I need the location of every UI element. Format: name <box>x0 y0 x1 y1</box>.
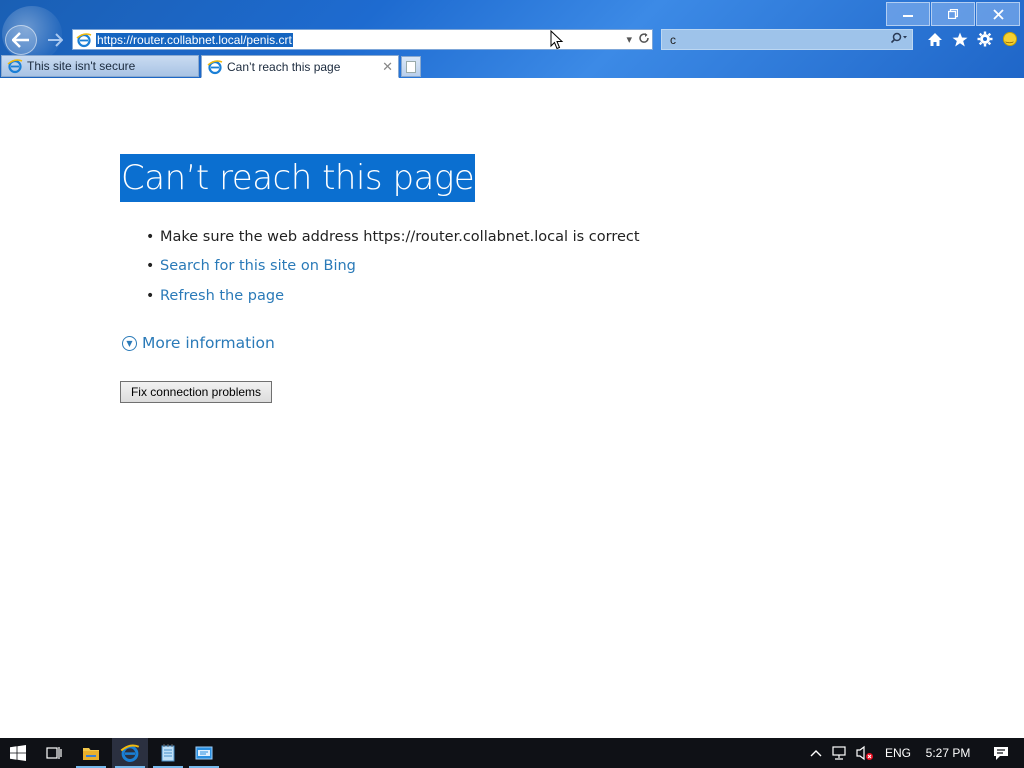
start-icon <box>10 745 26 761</box>
list-item: • Make sure the web address https://rout… <box>146 222 640 252</box>
ie-page-icon <box>76 32 92 47</box>
back-arrow-icon <box>12 32 29 48</box>
back-button[interactable] <box>5 25 37 55</box>
ie-page-icon <box>7 59 23 74</box>
new-tab-button[interactable] <box>401 56 421 77</box>
mouse-cursor-icon <box>550 30 564 50</box>
app-window-button[interactable] <box>186 738 222 768</box>
network-icon[interactable] <box>828 738 852 768</box>
forward-arrow-icon <box>48 33 63 47</box>
start-button[interactable] <box>0 738 36 768</box>
system-tray: ENG 5:27 PM <box>804 738 1024 768</box>
more-information-label: More information <box>142 334 275 352</box>
favorites-star-icon[interactable] <box>950 29 969 49</box>
volume-muted-icon[interactable] <box>852 738 878 768</box>
page-content: Can’t reach this page • Make sure the we… <box>0 78 1024 738</box>
check-address-text: Make sure the web address https://router… <box>160 228 640 245</box>
search-bing-link[interactable]: Search for this site on Bing <box>160 258 356 274</box>
notepad-icon <box>161 744 175 762</box>
tab-cant-reach[interactable]: Can’t reach this page ✕ <box>201 55 399 78</box>
app-window-icon <box>195 746 213 760</box>
action-center-icon[interactable] <box>978 738 1024 768</box>
address-url-text[interactable]: https://router.collabnet.local/penis.crt <box>96 32 293 47</box>
error-title: Can’t reach this page <box>120 154 476 202</box>
refresh-icon[interactable] <box>638 32 650 47</box>
suggestion-list: • Make sure the web address https://rout… <box>146 222 640 311</box>
task-view-button[interactable] <box>36 738 72 768</box>
tab-close-icon[interactable]: ✕ <box>382 59 393 75</box>
internet-explorer-icon <box>120 744 140 762</box>
fix-connection-button[interactable]: Fix connection problems <box>120 381 272 403</box>
browser-chrome: https://router.collabnet.local/penis.crt… <box>0 0 1024 78</box>
search-icon[interactable] <box>890 32 908 48</box>
command-icons: ‿ <box>925 29 1019 49</box>
bullet: • <box>146 228 155 245</box>
list-item: • Search for this site on Bing <box>146 252 640 282</box>
notepad-button[interactable] <box>150 738 186 768</box>
internet-explorer-taskbar-button[interactable] <box>112 738 148 768</box>
taskbar: ENG 5:27 PM <box>0 738 1024 768</box>
file-explorer-icon <box>83 747 99 760</box>
window-controls <box>886 2 1020 26</box>
feedback-smiley-icon[interactable]: ‿ <box>1000 29 1019 49</box>
home-icon[interactable] <box>925 29 944 49</box>
address-dropdown-icon[interactable]: ▾ <box>626 33 632 46</box>
file-explorer-button[interactable] <box>73 738 109 768</box>
new-tab-icon <box>406 60 416 73</box>
restore-button[interactable] <box>931 2 975 26</box>
search-box[interactable]: c <box>661 29 913 50</box>
tab-label: Can’t reach this page <box>227 59 341 74</box>
address-bar[interactable]: https://router.collabnet.local/penis.crt… <box>72 29 653 50</box>
input-language[interactable]: ENG <box>878 738 918 768</box>
refresh-page-link[interactable]: Refresh the page <box>160 288 284 304</box>
clock[interactable]: 5:27 PM <box>918 738 978 768</box>
bullet: • <box>146 287 155 304</box>
tab-label: This site isn't secure <box>27 59 136 73</box>
list-item: • Refresh the page <box>146 281 640 311</box>
more-information-toggle[interactable]: ▼ More information <box>122 334 275 352</box>
restore-icon <box>948 9 958 19</box>
close-window-button[interactable] <box>976 2 1020 26</box>
minimize-icon <box>903 15 913 17</box>
show-hidden-icons-chevron-up-icon[interactable] <box>804 738 828 768</box>
minimize-button[interactable] <box>886 2 930 26</box>
tab-strip: This site isn't secure Can’t reach this … <box>0 55 1024 78</box>
ie-page-icon <box>207 59 223 74</box>
search-query-text[interactable]: c <box>670 33 890 47</box>
task-view-icon <box>46 747 62 759</box>
settings-gear-icon[interactable] <box>975 29 994 49</box>
chevron-down-icon: ▼ <box>122 335 137 351</box>
tab-not-secure[interactable]: This site isn't secure <box>1 55 199 77</box>
close-icon <box>992 8 1004 20</box>
forward-button[interactable] <box>40 26 70 54</box>
bullet: • <box>146 258 155 275</box>
